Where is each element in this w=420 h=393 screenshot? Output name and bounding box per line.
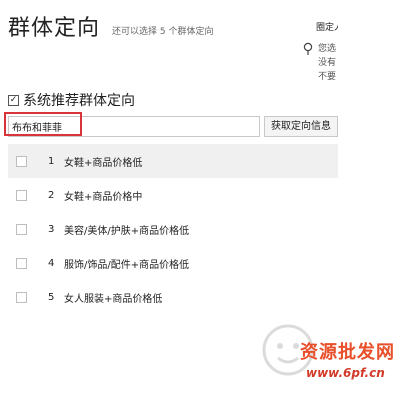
fetch-targeting-button[interactable]: 获取定向信息 <box>264 116 338 137</box>
side-panel-title: 圈定人群 <box>316 23 338 33</box>
row-number: 4 <box>48 257 55 269</box>
system-recommend-checkbox[interactable]: ✓ <box>8 94 19 106</box>
row-checkbox[interactable] <box>16 257 27 269</box>
side-panel-line: 不要 <box>318 72 337 82</box>
page-subtitle: 还可以选择 5 个群体定向 <box>112 27 214 37</box>
row-checkbox[interactable] <box>16 223 27 235</box>
side-panel-line: 没有 <box>318 58 337 68</box>
list-item[interactable]: 5 女人服装+商品价格低 <box>8 280 338 314</box>
row-checkbox[interactable] <box>16 155 27 167</box>
row-number: 1 <box>48 155 55 167</box>
side-panel-text: 您选 没有 不要 <box>318 42 338 84</box>
page-title: 群体定向 <box>8 16 101 41</box>
watermark-url: www.6pf.cn <box>306 366 385 380</box>
row-number: 2 <box>48 189 55 201</box>
row-number: 3 <box>48 223 55 235</box>
row-label: 女人服装+商品价格低 <box>64 293 163 305</box>
row-label: 女鞋+商品价格中 <box>64 191 143 203</box>
row-label: 美容/美体/护肤+商品价格低 <box>64 225 190 237</box>
group-list: 1 女鞋+商品价格低 2 女鞋+商品价格中 3 美容/美体/护肤+商品价格低 4… <box>8 144 338 314</box>
list-item[interactable]: 2 女鞋+商品价格中 <box>8 178 338 212</box>
row-checkbox[interactable] <box>16 291 27 303</box>
row-checkbox[interactable] <box>16 189 27 201</box>
search-input[interactable] <box>8 116 260 137</box>
row-label: 女鞋+商品价格低 <box>64 157 143 169</box>
watermark-text: 资源批发网 <box>300 342 395 363</box>
row-number: 5 <box>48 291 55 303</box>
list-item[interactable]: 3 美容/美体/护肤+商品价格低 <box>8 212 338 246</box>
side-panel-line: 您选 <box>318 44 337 54</box>
list-item[interactable]: 1 女鞋+商品价格低 <box>8 144 338 178</box>
list-item[interactable]: 4 服饰/饰品/配件+商品价格低 <box>8 246 338 280</box>
system-recommend-row[interactable]: ✓ 系统推荐群体定向 <box>8 90 135 110</box>
lightbulb-icon <box>303 42 313 55</box>
system-recommend-label: 系统推荐群体定向 <box>23 93 135 109</box>
row-label: 服饰/饰品/配件+商品价格低 <box>64 259 190 271</box>
